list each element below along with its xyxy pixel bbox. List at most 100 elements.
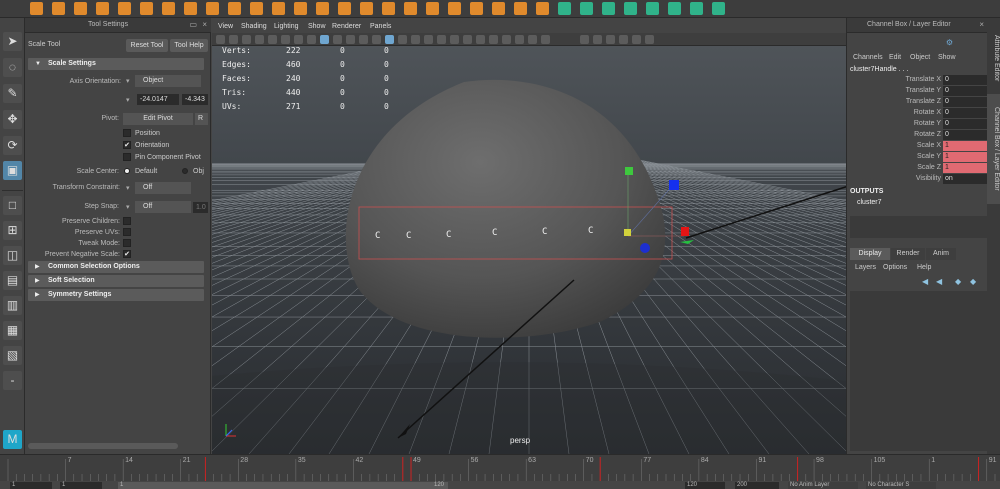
menu-show[interactable]: Show <box>308 23 326 30</box>
script-layout-icon[interactable]: ▧ <box>3 346 22 365</box>
shelf-tool-icon[interactable] <box>470 2 483 15</box>
hypershade-layout-icon[interactable]: ▦ <box>3 321 22 340</box>
tab-attribute-editor[interactable]: Attribute Editor <box>987 28 1000 88</box>
viewport-tool-icon[interactable] <box>398 35 407 44</box>
shelf-tool-icon[interactable] <box>382 2 395 15</box>
section-symmetry[interactable]: ▶ Symmetry Settings <box>28 289 204 301</box>
position-checkbox[interactable] <box>123 129 131 137</box>
preserve-uvs-checkbox[interactable] <box>123 228 131 236</box>
viewport-tool-icon[interactable] <box>424 35 433 44</box>
viewport-tool-icon[interactable] <box>333 35 342 44</box>
time-slider[interactable]: 7 14 21 28 35 42 49 56 63 70 77 84 91 98 105 1 91 <box>0 454 1000 481</box>
viewport-tool-icon[interactable] <box>606 35 615 44</box>
viewport-tool-icon[interactable] <box>489 35 498 44</box>
viewport-tool-icon[interactable] <box>229 35 238 44</box>
move-tool-icon[interactable]: ✥ <box>3 110 22 129</box>
shelf-tool-icon[interactable] <box>228 2 241 15</box>
transform-constraint-dropdown[interactable]: Off <box>135 182 191 194</box>
cluster-handle-marker[interactable]: C <box>542 227 547 237</box>
paint-select-icon[interactable]: ✎ <box>3 84 22 103</box>
single-pane-icon[interactable]: □ <box>3 196 22 215</box>
menu-channels[interactable]: Channels <box>853 54 883 61</box>
menu-layers[interactable]: Layers <box>855 264 876 271</box>
viewport-3d[interactable]: C C C C C C Verts: 222 0 0 Edges: 460 0 0 Faces: 240 0 0… <box>212 46 846 454</box>
viewport-tool-icon[interactable] <box>307 35 316 44</box>
scale-center-handle[interactable] <box>624 229 631 236</box>
shelf-tool-icon[interactable] <box>558 2 571 15</box>
sphere-mesh[interactable] <box>345 79 666 338</box>
scale-z-handle[interactable] <box>669 180 679 190</box>
prevent-negative-checkbox[interactable]: ✔ <box>123 250 131 258</box>
shelf-tool-icon[interactable] <box>184 2 197 15</box>
scale-x-handle[interactable] <box>681 227 689 236</box>
close-icon[interactable]: × <box>202 20 207 29</box>
shelf-tool-icon[interactable] <box>118 2 131 15</box>
edit-pivot-button[interactable]: Edit Pivot <box>123 113 193 125</box>
select-tool-icon[interactable]: ➤ <box>3 32 22 51</box>
cluster-handle-marker[interactable]: C <box>406 231 411 241</box>
shelf-tool-icon[interactable] <box>30 2 43 15</box>
shelf-tool-icon[interactable] <box>602 2 615 15</box>
more-layouts-icon[interactable]: - <box>3 371 22 390</box>
viewport-tool-icon[interactable] <box>450 35 459 44</box>
shelf-tool-icon[interactable] <box>404 2 417 15</box>
shelf-tool-icon[interactable] <box>492 2 505 15</box>
attribute-value[interactable]: 0 <box>943 75 987 85</box>
scale-tool-icon[interactable]: ▣ <box>3 161 22 180</box>
scale-y-handle[interactable] <box>625 167 633 175</box>
section-scale-settings[interactable]: ▼ Scale Settings <box>28 58 204 70</box>
lasso-tool-icon[interactable]: ◌ <box>3 58 22 77</box>
object-radio[interactable] <box>182 168 188 174</box>
attribute-value[interactable]: 0 <box>943 97 987 107</box>
viewport-tool-icon[interactable] <box>619 35 628 44</box>
viewport-tool-icon[interactable] <box>476 35 485 44</box>
new-layer-icon[interactable]: ◆ <box>955 278 965 286</box>
menu-edit[interactable]: Edit <box>889 54 901 61</box>
section-common-selection[interactable]: ▶ Common Selection Options <box>28 261 204 273</box>
viewport-tool-icon[interactable] <box>320 35 329 44</box>
step-snap-field[interactable]: 1.0 <box>193 202 208 213</box>
viewport-tool-icon[interactable] <box>580 35 589 44</box>
menu-object[interactable]: Object <box>910 54 930 61</box>
tab-channel-box[interactable]: Channel Box / Layer Editor <box>987 94 1000 204</box>
viewport-tool-icon[interactable] <box>541 35 550 44</box>
viewport-tool-icon[interactable] <box>528 35 537 44</box>
axis-orientation-dropdown[interactable]: Object <box>135 75 201 87</box>
shelf-tool-icon[interactable] <box>668 2 681 15</box>
rotate-tool-icon[interactable]: ⟳ <box>3 136 22 155</box>
shelf-tool-icon[interactable] <box>140 2 153 15</box>
node-name[interactable]: cluster7Handle . . . <box>850 66 908 73</box>
range-start-field[interactable]: 1 <box>60 482 102 489</box>
viewport-tool-icon[interactable] <box>515 35 524 44</box>
viewport-tool-icon[interactable] <box>502 35 511 44</box>
move-layer-up-icon[interactable]: ◀ <box>922 278 932 286</box>
shelf-tool-icon[interactable] <box>536 2 549 15</box>
tab-render[interactable]: Render <box>891 248 925 260</box>
viewport-tool-icon[interactable] <box>593 35 602 44</box>
shelf-tool-icon[interactable] <box>74 2 87 15</box>
cluster-handle-marker[interactable]: C <box>446 230 451 240</box>
shelf-tool-icon[interactable] <box>162 2 175 15</box>
viewport-tool-icon[interactable] <box>281 35 290 44</box>
horizontal-scrollbar[interactable] <box>28 443 178 449</box>
viewport-tool-icon[interactable] <box>268 35 277 44</box>
shelf-tool-icon[interactable] <box>294 2 307 15</box>
four-pane-icon[interactable]: ⊞ <box>3 221 22 240</box>
viewport-tool-icon[interactable] <box>255 35 264 44</box>
attribute-value[interactable]: 0 <box>943 119 987 129</box>
pin-pivot-checkbox[interactable] <box>123 153 131 161</box>
attribute-value[interactable]: on <box>943 174 987 184</box>
layer-list-area[interactable] <box>850 291 987 451</box>
reset-tool-button[interactable]: Reset Tool <box>126 39 168 52</box>
shelf-tool-icon[interactable] <box>52 2 65 15</box>
menu-lighting[interactable]: Lighting <box>274 23 299 30</box>
menu-show[interactable]: Show <box>938 54 956 61</box>
orientation-checkbox[interactable]: ✔ <box>123 141 131 149</box>
preserve-children-checkbox[interactable] <box>123 217 131 225</box>
shelf-tool-icon[interactable] <box>646 2 659 15</box>
pivot-sphere[interactable] <box>640 243 650 253</box>
orientation-field-2[interactable]: -4.343 <box>182 94 208 105</box>
shelf-tool-icon[interactable] <box>272 2 285 15</box>
float-icon[interactable]: ▭ <box>189 20 197 29</box>
shelf-tool-icon[interactable] <box>250 2 263 15</box>
